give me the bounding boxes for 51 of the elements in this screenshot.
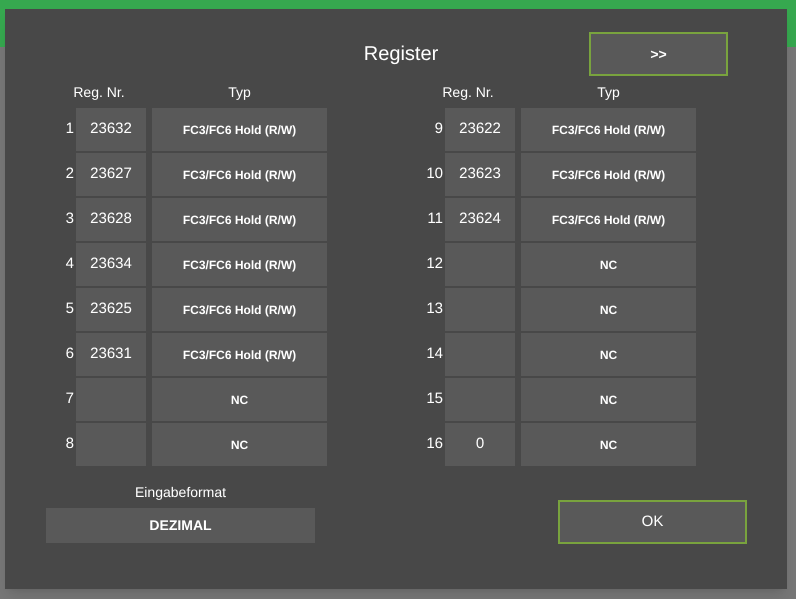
register-type-selector[interactable]: FC3/FC6 Hold (R/W) bbox=[521, 108, 696, 151]
row-number: 5 bbox=[64, 299, 74, 320]
register-number-field[interactable]: 23624 bbox=[445, 198, 515, 241]
register-number-field[interactable]: 23632 bbox=[76, 108, 146, 151]
row-number: 1 bbox=[64, 119, 74, 140]
register-type-selector[interactable]: FC3/FC6 Hold (R/W) bbox=[152, 288, 327, 331]
row-number: 9 bbox=[434, 119, 443, 140]
register-number-field[interactable]: 23623 bbox=[445, 153, 515, 196]
dialog-title: Register bbox=[362, 42, 440, 67]
row-number: 3 bbox=[64, 209, 74, 230]
ok-button[interactable]: OK bbox=[558, 500, 747, 544]
row-number: 15 bbox=[425, 389, 443, 410]
register-type-selector[interactable]: FC3/FC6 Hold (R/W) bbox=[152, 198, 327, 241]
row-number: 12 bbox=[425, 254, 443, 274]
row-number: 13 bbox=[425, 299, 443, 320]
register-type-selector[interactable]: NC bbox=[521, 333, 696, 376]
column-header: Reg. Nr. bbox=[441, 82, 495, 102]
row-number: 14 bbox=[425, 344, 443, 364]
register-number-field[interactable]: 23627 bbox=[76, 153, 146, 196]
register-type-selector[interactable]: NC bbox=[152, 378, 327, 421]
register-type-selector[interactable]: FC3/FC6 Hold (R/W) bbox=[152, 243, 327, 286]
register-type-selector[interactable]: NC bbox=[521, 288, 696, 331]
register-type-selector[interactable]: NC bbox=[521, 423, 696, 466]
register-type-selector[interactable]: FC3/FC6 Hold (R/W) bbox=[521, 153, 696, 196]
column-header: Reg. Nr. bbox=[72, 82, 126, 102]
register-number-field[interactable]: 0 bbox=[445, 423, 515, 466]
row-number: 16 bbox=[425, 434, 443, 454]
register-type-selector[interactable]: FC3/FC6 Hold (R/W) bbox=[152, 153, 327, 196]
row-number: 11 bbox=[426, 209, 443, 230]
register-type-selector[interactable]: NC bbox=[521, 243, 696, 286]
register-number-field[interactable]: 23628 bbox=[76, 198, 146, 241]
register-type-selector[interactable]: FC3/FC6 Hold (R/W) bbox=[152, 333, 327, 376]
row-number: 8 bbox=[64, 434, 74, 454]
register-type-selector[interactable]: FC3/FC6 Hold (R/W) bbox=[152, 108, 327, 151]
register-type-selector[interactable]: NC bbox=[521, 378, 696, 421]
column-header: Typ bbox=[596, 82, 621, 102]
register-number-field[interactable]: 23631 bbox=[76, 333, 146, 376]
input-format-label: Eingabeformat bbox=[134, 484, 226, 500]
next-button[interactable]: >> bbox=[589, 32, 728, 76]
row-number: 10 bbox=[425, 164, 443, 184]
register-number-field[interactable]: 23634 bbox=[76, 243, 146, 286]
register-type-selector[interactable]: NC bbox=[152, 423, 327, 466]
register-number-field[interactable]: 23625 bbox=[76, 288, 146, 331]
row-number: 6 bbox=[64, 344, 74, 364]
row-number: 7 bbox=[64, 389, 74, 410]
row-number: 4 bbox=[64, 254, 74, 274]
input-format-selector[interactable]: DEZIMAL bbox=[46, 508, 315, 543]
row-number: 2 bbox=[64, 164, 74, 184]
register-number-field[interactable]: 23622 bbox=[445, 108, 515, 151]
column-header: Typ bbox=[227, 82, 252, 102]
register-type-selector[interactable]: FC3/FC6 Hold (R/W) bbox=[521, 198, 696, 241]
